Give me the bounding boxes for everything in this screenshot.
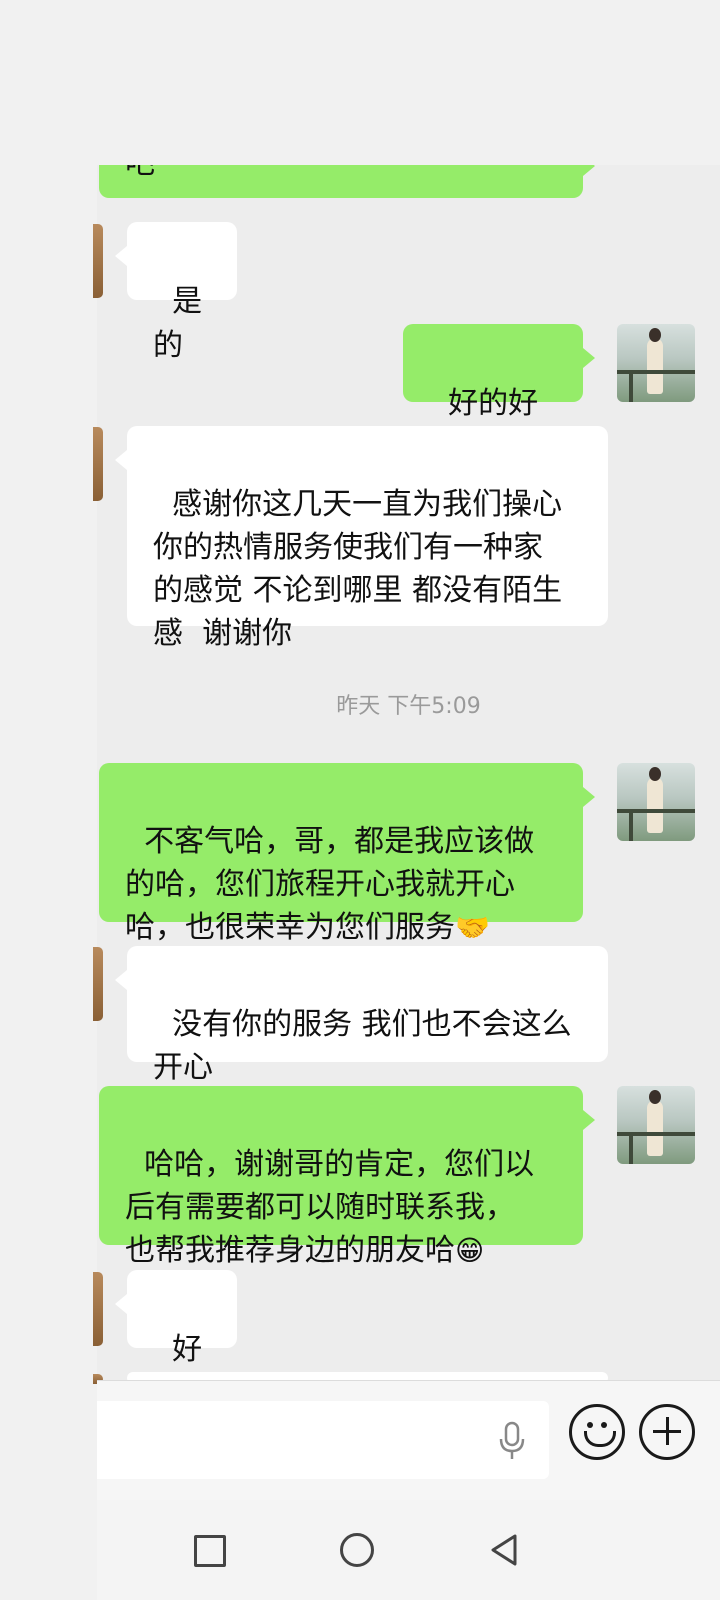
message-bubble-incoming[interactable]: 是的	[115, 222, 237, 363]
square-icon	[194, 1535, 226, 1567]
peer-avatar[interactable]	[93, 224, 103, 298]
message-bubble-incoming[interactable]: 好的	[115, 1270, 237, 1411]
message-bubble-outgoing[interactable]: 好的好的	[403, 324, 595, 465]
circle-icon	[340, 1533, 374, 1567]
microphone-icon[interactable]	[497, 1421, 527, 1461]
self-avatar[interactable]	[617, 763, 695, 841]
emoji-button[interactable]	[569, 1404, 625, 1460]
peer-avatar[interactable]	[93, 427, 103, 501]
chat-input-bar	[97, 1380, 720, 1501]
message-bubble-outgoing[interactable]: 不客气哈，哥，都是我应该做 的哈，您们旅程开心我就开心 哈，也很荣幸为您们服务🤝	[99, 763, 595, 945]
more-button[interactable]	[639, 1404, 695, 1460]
self-avatar[interactable]	[617, 1086, 695, 1164]
recent-apps-button[interactable]	[187, 1528, 231, 1572]
message-bubble-outgoing[interactable]: 哈哈，谢谢哥的肯定，您们以 后有需要都可以随时联系我， 也帮我推荐身边的朋友哈😁	[99, 1086, 595, 1268]
peer-avatar[interactable]	[93, 1272, 103, 1346]
message-timestamp: 昨天 下午5:09	[336, 694, 481, 719]
back-button[interactable]	[483, 1528, 527, 1572]
handshake-emoji: 🤝	[455, 911, 490, 944]
self-avatar[interactable]	[617, 324, 695, 402]
peer-avatar[interactable]	[93, 947, 103, 1021]
grin-emoji: 😁	[455, 1234, 485, 1267]
message-bubble-incoming[interactable]: 没有你的服务 我们也不会这么 开心	[115, 946, 608, 1085]
smiley-icon	[587, 1422, 593, 1428]
home-button[interactable]	[335, 1528, 379, 1572]
left-edge-strip	[0, 0, 97, 1600]
top-fade-mask	[97, 0, 720, 165]
system-navigation-bar	[97, 1500, 720, 1600]
message-bubble-incoming[interactable]: 感谢你这几天一直为我们操心 你的热情服务使我们有一种家 的感觉 不论到哪里 都没…	[115, 426, 608, 651]
message-input[interactable]	[97, 1401, 549, 1479]
triangle-back-icon	[491, 1534, 517, 1566]
